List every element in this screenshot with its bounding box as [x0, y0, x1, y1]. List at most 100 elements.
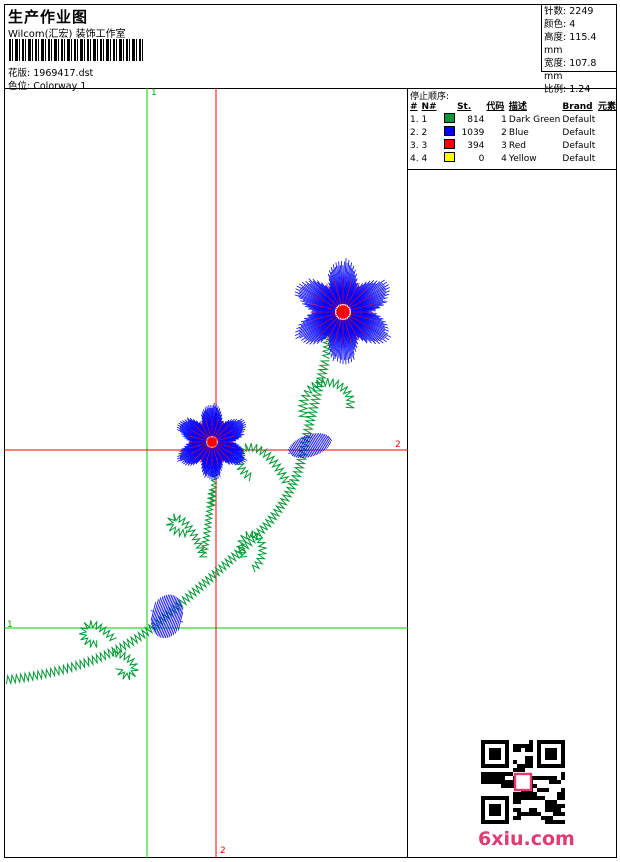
qr-data-cell: [533, 792, 537, 796]
qr-data-cell: [521, 792, 525, 796]
qr-data-cell: [561, 772, 565, 776]
qr-finder-cell: [537, 748, 541, 752]
qr-finder-cell: [489, 752, 493, 756]
row-n: 1: [420, 113, 456, 126]
row-element: [597, 126, 617, 139]
qr-finder-cell: [481, 760, 485, 764]
qr-finder-cell: [505, 752, 509, 756]
qr-finder-cell: [537, 744, 541, 748]
qr-data-cell: [557, 780, 561, 784]
qr-data-cell: [529, 796, 533, 800]
col-element: 元素: [597, 100, 617, 113]
qr-data-cell: [525, 748, 529, 752]
qr-data-cell: [513, 808, 517, 812]
qr-finder-cell: [545, 740, 549, 744]
qr-finder-cell: [481, 812, 485, 816]
qr-data-cell: [553, 808, 557, 812]
row-index: 1.: [409, 113, 420, 126]
qr-data-cell: [561, 776, 565, 780]
embroidery-design: [4, 88, 408, 858]
qr-data-cell: [533, 784, 537, 788]
qr-finder-cell: [549, 764, 553, 768]
qr-data-cell: [517, 812, 521, 816]
qr-data-cell: [557, 808, 561, 812]
qr-data-cell: [553, 820, 557, 824]
qr-finder-cell: [493, 748, 497, 752]
qr-data-cell: [529, 740, 533, 744]
qr-data-cell: [481, 776, 485, 780]
qr-finder-cell: [501, 740, 505, 744]
qr-finder-cell: [493, 740, 497, 744]
qr-finder-cell: [561, 748, 565, 752]
table-header: # N# St. 代码 描述 Brand 元素: [409, 100, 617, 113]
red-axis-label-right: 2: [395, 440, 401, 450]
col-code: 代码: [485, 100, 508, 113]
qr-data-cell: [553, 800, 557, 804]
qr-data-cell: [517, 748, 521, 752]
qr-finder-cell: [497, 748, 501, 752]
qr-finder-cell: [481, 744, 485, 748]
qr-data-cell: [553, 804, 557, 808]
row-n: 4: [420, 152, 456, 165]
qr-data-cell: [553, 780, 557, 784]
qr-finder-cell: [557, 764, 561, 768]
row-desc: Red: [508, 139, 561, 152]
qr-finder-cell: [481, 756, 485, 760]
qr-data-cell: [497, 772, 501, 776]
header: 生产作业图 Wilcom(汇宏) 装饰工作室 花版: 1969417.dst 色…: [4, 4, 617, 89]
qr-finder-cell: [497, 812, 501, 816]
qr-finder-cell: [553, 764, 557, 768]
qr-data-cell: [505, 772, 509, 776]
qr-data-cell: [513, 792, 517, 796]
qr-data-cell: [549, 780, 553, 784]
row-stitches: 1039: [456, 126, 485, 139]
red-axis-label-bottom: 2: [220, 846, 226, 856]
qr-data-cell: [529, 748, 533, 752]
qr-finder-cell: [501, 764, 505, 768]
vine-curl-upper-right: [299, 378, 355, 417]
qr-data-cell: [517, 808, 521, 812]
qr-data-cell: [509, 784, 513, 788]
row-stitches: 814: [456, 113, 485, 126]
qr-data-cell: [541, 816, 545, 820]
qr-finder-cell: [561, 744, 565, 748]
qr-finder-cell: [537, 760, 541, 764]
row-stitches: 394: [456, 139, 485, 152]
qr-finder-cell: [485, 740, 489, 744]
qr-finder-cell: [489, 764, 493, 768]
qr-data-cell: [533, 796, 537, 800]
qr-data-cell: [549, 820, 553, 824]
qr-data-cell: [521, 744, 525, 748]
qr-data-cell: [545, 776, 549, 780]
qr-finder-cell: [501, 796, 505, 800]
qr-data-cell: [521, 796, 525, 800]
qr-data-cell: [549, 804, 553, 808]
qr-finder-cell: [493, 808, 497, 812]
flower-small: [177, 403, 247, 480]
row-brand: Default: [561, 126, 597, 139]
qr-data-cell: [537, 796, 541, 800]
stat-colors: 颜色: 4: [544, 18, 617, 31]
qr-data-cell: [549, 816, 553, 820]
qr-finder-cell: [497, 820, 501, 824]
qr-data-cell: [557, 820, 561, 824]
qr-data-cell: [485, 772, 489, 776]
qr-finder-cell: [493, 812, 497, 816]
qr-data-cell: [561, 820, 565, 824]
qr-finder-cell: [545, 764, 549, 768]
qr-data-cell: [561, 804, 565, 808]
qr-data-cell: [521, 768, 525, 772]
qr-finder-cell: [481, 740, 485, 744]
table-row: 2.2 10392BlueDefault: [409, 126, 617, 139]
qr-finder-cell: [481, 816, 485, 820]
qr-finder-cell: [549, 756, 553, 760]
vine-curl-bottom-left: [79, 620, 117, 647]
row-code: 1: [485, 113, 508, 126]
page-title: 生产作业图: [8, 6, 88, 27]
qr-data-cell: [497, 776, 501, 780]
qr-finder-cell: [481, 752, 485, 756]
qr-finder-cell: [481, 748, 485, 752]
qr-data-cell: [521, 764, 525, 768]
qr-data-cell: [493, 780, 497, 784]
qr-data-cell: [545, 800, 549, 804]
